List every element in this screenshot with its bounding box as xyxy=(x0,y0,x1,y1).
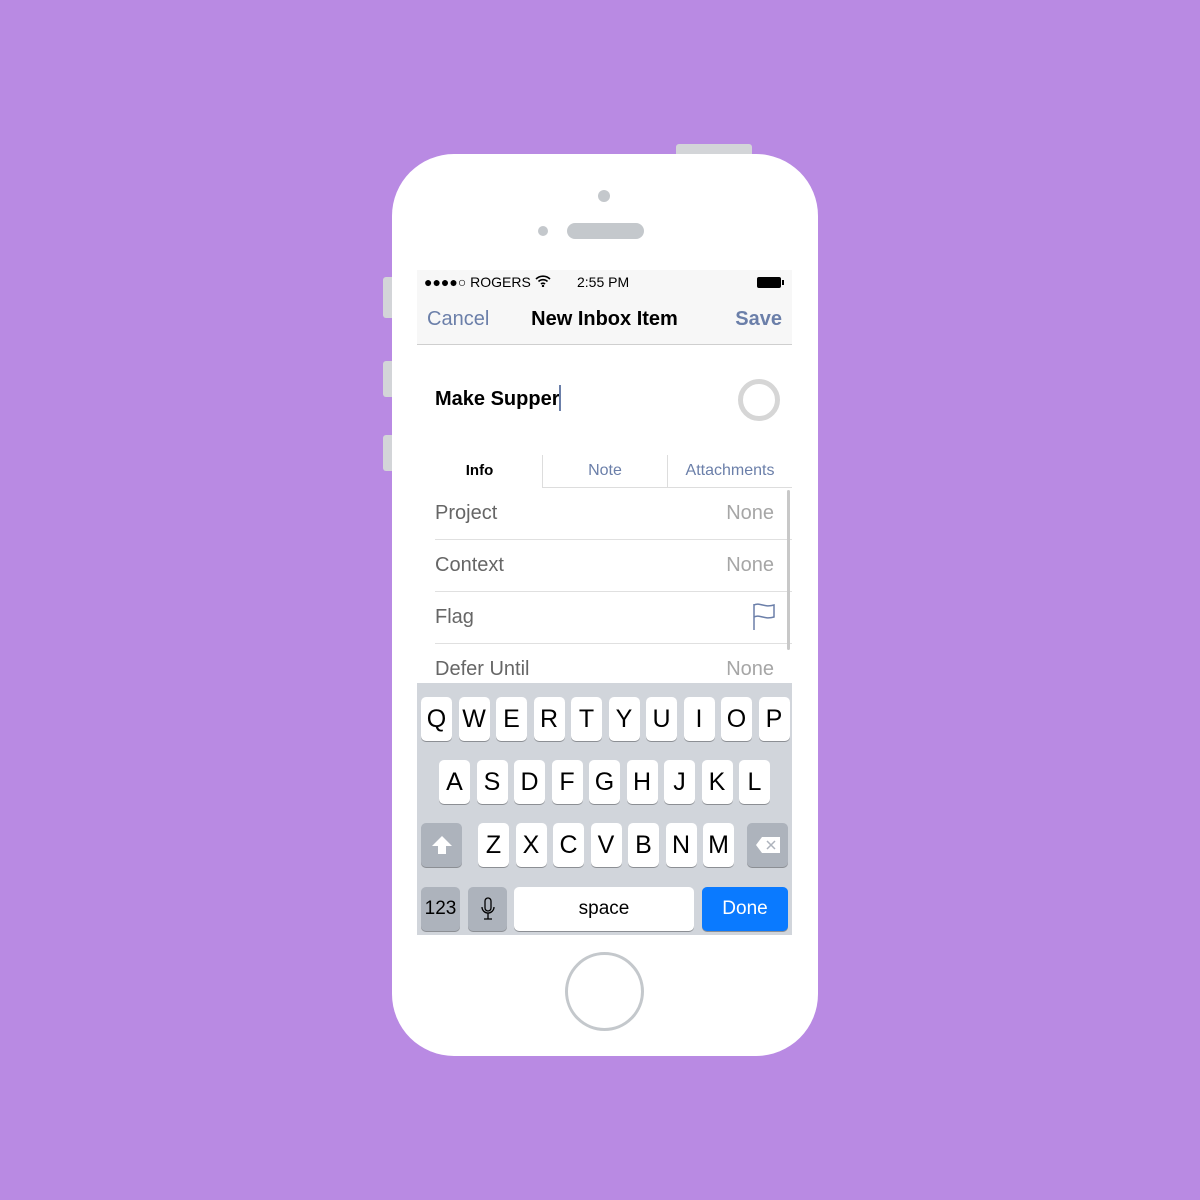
row-label: Defer Until xyxy=(435,658,530,680)
battery-tip xyxy=(782,280,784,285)
keyboard: 123 space Done QWERTYUIOP ASDFGHJKL ZXCVBN… xyxy=(417,683,792,935)
key-f[interactable]: F xyxy=(551,760,583,804)
microphone-icon xyxy=(480,897,495,920)
key-t[interactable]: T xyxy=(571,697,602,741)
key-h[interactable]: H xyxy=(626,760,658,804)
dictation-key[interactable] xyxy=(468,887,507,931)
key-r[interactable]: R xyxy=(533,697,565,741)
flag-row[interactable]: Flag xyxy=(435,592,792,644)
carrier-signal: ●●●●○ ROGERS xyxy=(424,274,531,290)
key-c[interactable]: C xyxy=(553,823,584,867)
numbers-key[interactable]: 123 xyxy=(421,887,460,931)
row-label: Context xyxy=(435,554,504,576)
wifi-icon xyxy=(535,275,551,287)
space-key[interactable]: space xyxy=(514,887,694,931)
key-z[interactable]: Z xyxy=(478,823,509,867)
row-label: Flag xyxy=(435,606,474,628)
home-button[interactable] xyxy=(565,952,644,1031)
tab-note[interactable]: Note xyxy=(542,455,667,488)
shift-arrow-icon xyxy=(431,836,452,854)
delete-key[interactable] xyxy=(747,823,788,867)
save-button[interactable]: Save xyxy=(735,308,782,331)
tab-attachments[interactable]: Attachments xyxy=(667,455,792,488)
key-d[interactable]: D xyxy=(514,760,545,804)
key-m[interactable]: M xyxy=(703,823,734,867)
key-y[interactable]: Y xyxy=(608,697,640,741)
battery-icon xyxy=(757,277,781,288)
key-s[interactable]: S xyxy=(476,760,508,804)
tab-info[interactable]: Info xyxy=(417,455,542,488)
key-v[interactable]: V xyxy=(590,823,622,867)
row-value: None xyxy=(726,658,774,680)
key-w[interactable]: W xyxy=(458,697,490,741)
completion-circle[interactable] xyxy=(738,379,780,421)
key-e[interactable]: E xyxy=(496,697,527,741)
key-l[interactable]: L xyxy=(739,760,770,804)
key-k[interactable]: K xyxy=(701,760,733,804)
item-title-text: Make Supper xyxy=(435,388,560,410)
done-key[interactable]: Done xyxy=(702,887,788,931)
key-o[interactable]: O xyxy=(721,697,752,741)
item-title-input[interactable]: Make Supper xyxy=(435,384,562,411)
front-camera xyxy=(598,190,610,202)
key-b[interactable]: B xyxy=(628,823,659,867)
row-label: Project xyxy=(435,502,498,524)
clock: 2:55 PM xyxy=(577,274,630,290)
key-n[interactable]: N xyxy=(665,823,697,867)
context-row[interactable]: Context None xyxy=(435,540,792,592)
text-cursor xyxy=(559,384,562,411)
row-value: None xyxy=(726,502,774,524)
key-x[interactable]: X xyxy=(515,823,547,867)
shift-key[interactable] xyxy=(421,823,462,867)
key-p[interactable]: P xyxy=(758,697,790,741)
scrollbar[interactable] xyxy=(787,490,790,650)
status-bar: ●●●●○ ROGERS 2:55 PM xyxy=(417,270,792,295)
key-g[interactable]: G xyxy=(589,760,620,804)
key-a[interactable]: A xyxy=(439,760,470,804)
screen: ●●●●○ ROGERS 2:55 PM Cancel New Inbox It… xyxy=(417,270,792,935)
key-u[interactable]: U xyxy=(646,697,677,741)
key-i[interactable]: I xyxy=(683,697,715,741)
row-value: None xyxy=(726,554,774,576)
key-j[interactable]: J xyxy=(664,760,695,804)
nav-bar: Cancel New Inbox Item Save xyxy=(417,295,792,345)
sensor-dot xyxy=(538,226,548,236)
key-q[interactable]: Q xyxy=(421,697,452,741)
flag-icon[interactable] xyxy=(752,603,776,631)
backspace-icon xyxy=(755,837,780,853)
project-row[interactable]: Project None xyxy=(435,488,792,540)
speaker xyxy=(567,223,644,239)
